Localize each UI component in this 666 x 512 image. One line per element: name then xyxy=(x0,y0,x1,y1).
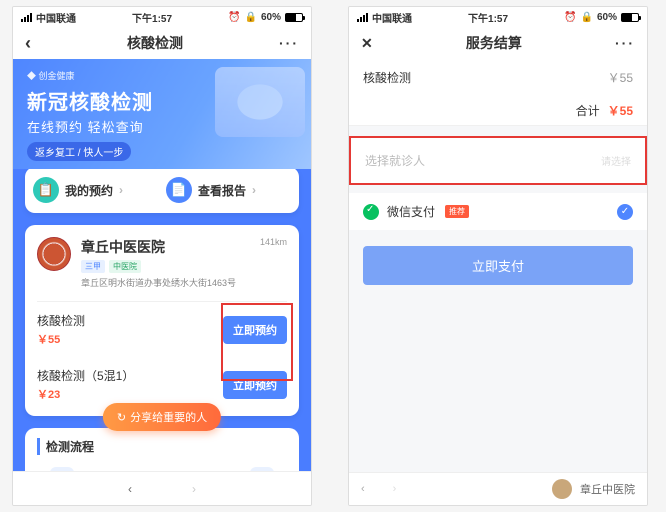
total-row: 合计 ￥55 xyxy=(349,96,647,126)
battery-pct: 60% xyxy=(597,12,617,23)
share-label: 分享给重要的人 xyxy=(130,409,207,425)
battery-pct: 60% xyxy=(261,12,281,23)
service-price: ￥23 xyxy=(37,386,134,402)
nav-back[interactable]: ‹ xyxy=(128,482,132,496)
select-patient-hint: 请选择 xyxy=(601,153,631,168)
clock: 下午1:57 xyxy=(468,10,508,25)
service-name: 核酸检测 xyxy=(37,312,85,329)
left-phone: 中国联通 下午1:57 ⏰ 🔒 60% ‹ 核酸检测 ··· ◆ 创金健康 新冠… xyxy=(12,6,312,506)
select-patient-button[interactable]: 选择就诊人 请选择 xyxy=(349,136,647,185)
report-label: 查看报告 xyxy=(198,182,246,199)
banner: ◆ 创金健康 新冠核酸检测 在线预约 轻松查询 返乡复工 / 快人一步 xyxy=(13,59,311,169)
my-appointments-button[interactable]: 📋 我的预约 › xyxy=(33,177,158,203)
status-bar: 中国联通 下午1:57 ⏰ 🔒 60% xyxy=(13,7,311,27)
nav-forward[interactable]: › xyxy=(393,483,397,495)
total-label: 合计 xyxy=(576,102,600,119)
pay-now-button[interactable]: 立即支付 xyxy=(363,246,633,285)
share-button[interactable]: ↻ 分享给重要的人 xyxy=(103,403,221,431)
process-title: 检测流程 xyxy=(37,438,287,455)
hospital-card: 章丘中医医院 三甲 中医院 章丘区明水街道办事处绣水大街1463号 141km … xyxy=(25,225,299,416)
quick-actions: 📋 我的预约 › 📄 查看报告 › xyxy=(25,167,299,213)
page-title: 服务结算 xyxy=(373,33,615,53)
chevron-right-icon: › xyxy=(252,183,256,197)
order-item: 核酸检测 ￥55 xyxy=(349,59,647,96)
banner-tag: 返乡复工 / 快人一步 xyxy=(27,142,131,161)
bottom-nav: ‹ › xyxy=(13,471,311,505)
account-avatar[interactable] xyxy=(552,479,572,499)
brand-logo: ◆ 创金健康 xyxy=(27,69,297,82)
item-name: 核酸检测 xyxy=(363,69,411,86)
right-phone: 中国联通 下午1:57 ⏰ 🔒 60% ✕ 服务结算 ··· 核酸检测 ￥55 … xyxy=(348,6,648,506)
left-body: ◆ 创金健康 新冠核酸检测 在线预约 轻松查询 返乡复工 / 快人一步 📋 我的… xyxy=(13,59,311,471)
rotation-lock-icon: 🔒 xyxy=(581,12,593,23)
battery-icon xyxy=(621,13,639,22)
battery-icon xyxy=(285,13,303,22)
select-patient-label: 选择就诊人 xyxy=(365,152,425,169)
hospital-name: 章丘中医医院 xyxy=(81,237,250,257)
page-title: 核酸检测 xyxy=(31,33,279,53)
share-icon: ↻ xyxy=(117,411,126,424)
clock: 下午1:57 xyxy=(132,10,172,25)
wechat-pay-option[interactable]: 微信支付 推荐 xyxy=(349,193,647,230)
hospital-level-tag: 三甲 xyxy=(81,260,105,273)
process-step: 📑 出具报告 xyxy=(246,467,278,471)
hospital-address: 章丘区明水街道办事处绣水大街1463号 xyxy=(81,276,250,289)
wechat-icon xyxy=(363,204,379,220)
nav-header: ‹ 核酸检测 ··· xyxy=(13,27,311,59)
service-price: ￥55 xyxy=(37,331,85,347)
book-now-button[interactable]: 立即预约 xyxy=(223,316,287,344)
more-button[interactable]: ··· xyxy=(279,35,299,51)
view-report-button[interactable]: 📄 查看报告 › xyxy=(166,177,291,203)
document-icon: 📑 xyxy=(250,467,274,471)
calendar-icon: 📋 xyxy=(33,177,59,203)
recommend-badge: 推荐 xyxy=(445,205,469,218)
radio-selected-icon xyxy=(617,204,633,220)
my-appt-label: 我的预约 xyxy=(65,182,113,199)
more-button[interactable]: ··· xyxy=(615,35,635,51)
nav-back[interactable]: ‹ xyxy=(361,483,365,495)
wechat-pay-label: 微信支付 xyxy=(387,203,435,220)
status-bar: 中国联通 下午1:57 ⏰ 🔒 60% xyxy=(349,7,647,27)
service-row: 核酸检测 ￥55 立即预约 xyxy=(37,302,287,357)
clipboard-icon: 📝 xyxy=(50,467,74,471)
service-name: 核酸检测（5混1） xyxy=(37,367,134,384)
total-amount: ￥55 xyxy=(608,102,633,119)
chevron-right-icon: › xyxy=(119,183,123,197)
hospital-type-tag: 中医院 xyxy=(109,260,141,273)
right-body: 核酸检测 ￥55 合计 ￥55 选择就诊人 请选择 微信支付 推荐 立即支付 ‹… xyxy=(349,59,647,505)
account-name: 章丘中医院 xyxy=(580,481,635,497)
item-price: ￥55 xyxy=(608,69,633,86)
carrier: 中国联通 xyxy=(36,10,76,25)
rotation-lock-icon: 🔒 xyxy=(245,12,257,23)
footer-bar: ‹ › 章丘中医院 xyxy=(349,472,647,505)
nav-header: ✕ 服务结算 ··· xyxy=(349,27,647,59)
report-icon: 📄 xyxy=(166,177,192,203)
hospital-distance: 141km xyxy=(260,237,287,289)
close-button[interactable]: ✕ xyxy=(361,35,373,52)
signal-icon xyxy=(357,13,368,22)
signal-icon xyxy=(21,13,32,22)
hospital-logo xyxy=(37,237,71,271)
alarm-icon: ⏰ xyxy=(228,12,240,23)
process-step: 📝 线上预约 xyxy=(46,467,78,471)
nav-forward[interactable]: › xyxy=(192,482,196,496)
process-card: 检测流程 📝 线上预约 › 🧪 › ⚗️ › 📑 出具报告 xyxy=(25,428,299,471)
carrier: 中国联通 xyxy=(372,10,412,25)
alarm-icon: ⏰ xyxy=(564,12,576,23)
book-now-button[interactable]: 立即预约 xyxy=(223,371,287,399)
